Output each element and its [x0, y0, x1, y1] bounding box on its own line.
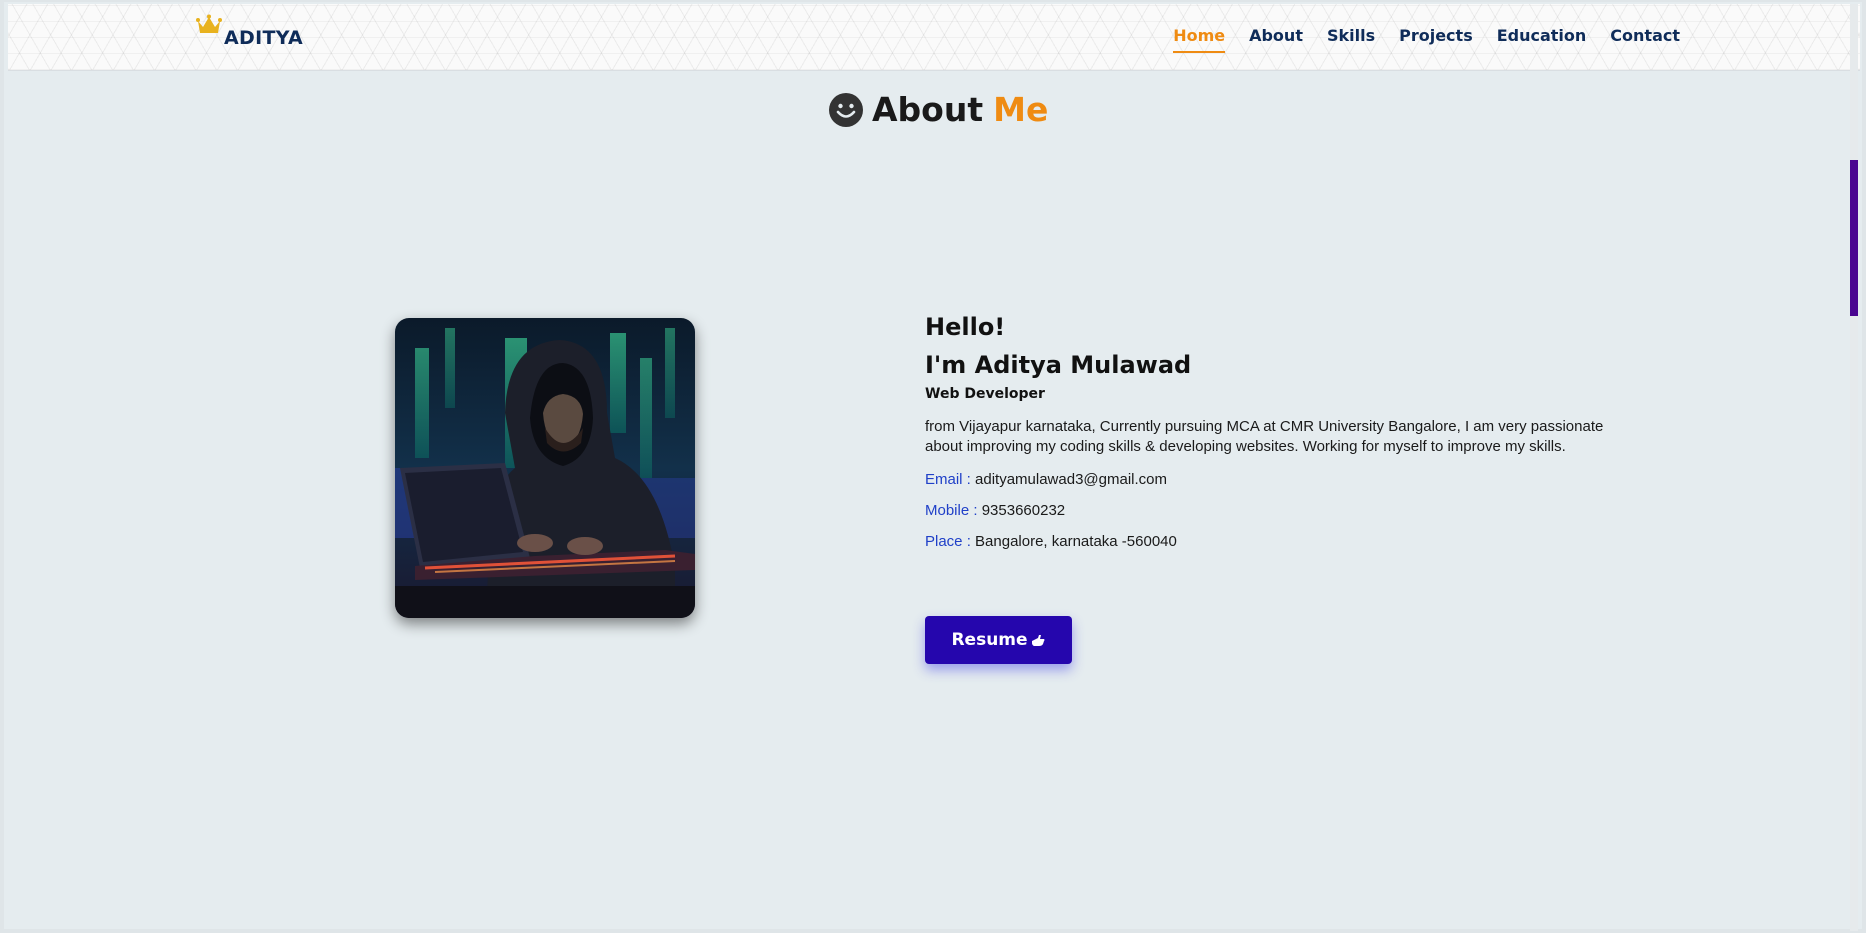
- mobile-row: Mobile : 9353660232: [925, 502, 1645, 519]
- nav-item-contact[interactable]: Contact: [1610, 26, 1680, 53]
- main-nav: Home About Skills Projects Education Con…: [1149, 26, 1680, 53]
- nav-item-education[interactable]: Education: [1497, 26, 1587, 53]
- person-name: I'm Aditya Mulawad: [925, 351, 1192, 379]
- email-label: Email :: [925, 471, 971, 488]
- nav-item-about[interactable]: About: [1249, 26, 1303, 53]
- scrollbar-thumb[interactable]: [1850, 160, 1858, 316]
- top-navbar: ADITYA Home About Skills Projects Educat…: [8, 4, 1860, 71]
- nav-item-home[interactable]: Home: [1173, 26, 1226, 53]
- place-label: Place :: [925, 533, 971, 550]
- resume-label: Resume: [951, 630, 1028, 650]
- brand-logo[interactable]: ADITYA: [196, 14, 303, 48]
- section-title-me: Me: [993, 90, 1049, 129]
- section-title-about: About: [872, 90, 984, 129]
- smile-icon: [829, 92, 863, 127]
- place-row: Place : Bangalore, karnataka -560040: [925, 533, 1645, 550]
- section-heading: About Me: [828, 90, 1048, 129]
- page-scrollbar[interactable]: [1850, 4, 1858, 931]
- greeting: Hello!: [925, 313, 1006, 341]
- hand-pointer-icon: [1031, 635, 1045, 646]
- profile-photo: [395, 318, 695, 618]
- bio-text: from Vijayapur karnataka, Currently purs…: [925, 418, 1604, 455]
- nav-item-projects[interactable]: Projects: [1399, 26, 1473, 53]
- resume-button[interactable]: Resume: [925, 616, 1072, 664]
- hacker-laptop-image: [395, 318, 695, 618]
- intro-block: Hello! I'm Aditya Mulawad Web Developer …: [925, 308, 1645, 550]
- crown-icon: [196, 14, 222, 33]
- place-value: Bangalore, karnataka -560040: [975, 533, 1177, 550]
- person-role: Web Developer: [925, 386, 1045, 402]
- page-frame: ADITYA Home About Skills Projects Educat…: [0, 0, 1866, 933]
- brand-name: ADITYA: [224, 27, 303, 49]
- email-value: adityamulawad3@gmail.com: [975, 471, 1167, 488]
- nav-item-skills[interactable]: Skills: [1327, 26, 1375, 53]
- email-row: Email : adityamulawad3@gmail.com: [925, 471, 1645, 488]
- mobile-value: 9353660232: [981, 502, 1066, 519]
- mobile-label: Mobile :: [925, 502, 978, 519]
